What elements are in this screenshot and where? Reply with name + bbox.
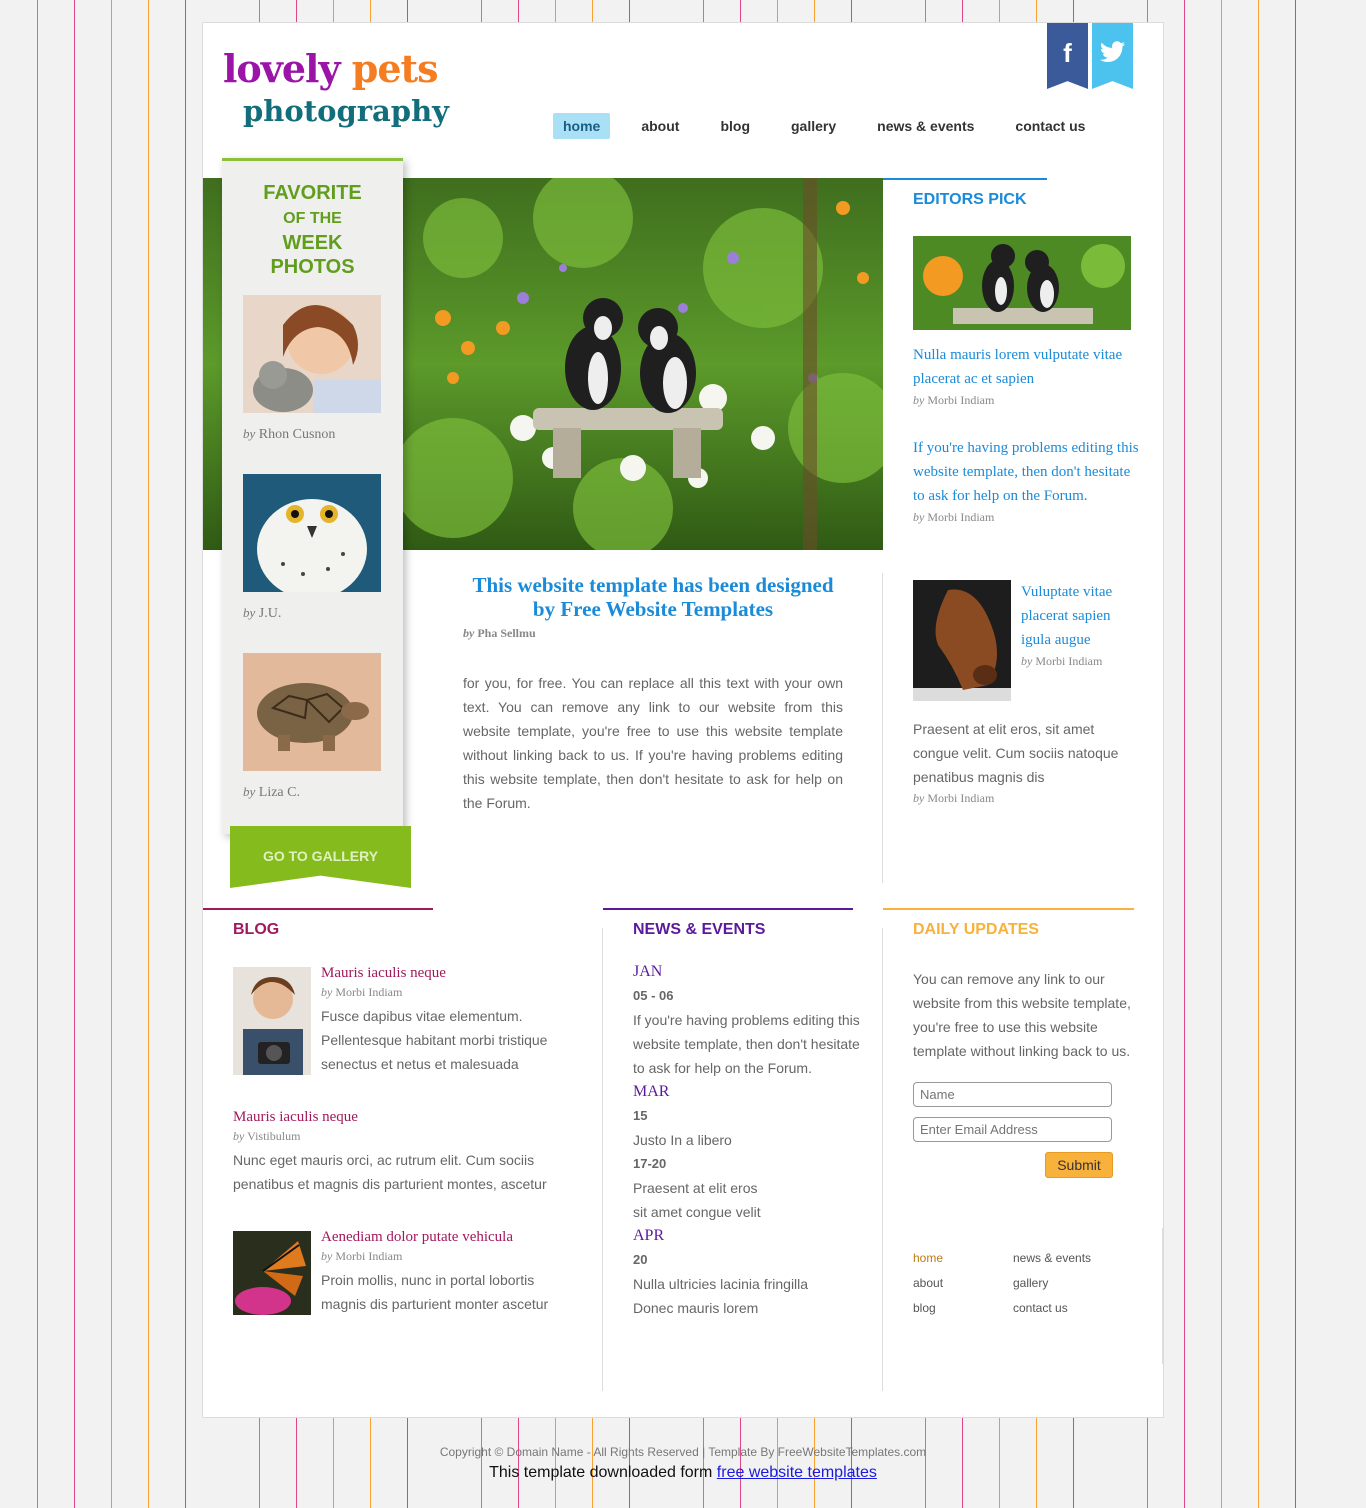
nav-home[interactable]: home xyxy=(553,113,611,139)
footer-link-contact-us[interactable]: contact us xyxy=(1013,1301,1068,1315)
favorite-author: J.U. xyxy=(258,606,282,621)
editors-pick-heading: EDITORS PICK xyxy=(913,191,1027,208)
news-date: 15 xyxy=(633,1108,648,1123)
article-title[interactable]: This website template has been designed … xyxy=(463,573,843,621)
page-container: lovely pets photography f home about blo… xyxy=(202,22,1164,1418)
nav-about[interactable]: about xyxy=(631,113,689,139)
facebook-icon[interactable]: f xyxy=(1047,23,1088,89)
news-month: MAR xyxy=(633,1083,670,1100)
article-author: Pha Sellmu xyxy=(477,626,536,640)
download-link[interactable]: free website templates xyxy=(717,1464,877,1481)
editors-pick-rule xyxy=(883,178,1047,180)
nav-blog[interactable]: blog xyxy=(710,113,760,139)
editors-pick-link[interactable]: Vuluptate vitae placerat sapien igula au… xyxy=(1021,580,1139,652)
footer-link-about[interactable]: about xyxy=(913,1276,943,1290)
daily-text: You can remove any link to our website f… xyxy=(913,971,1131,1059)
blog-photo-boy-camera[interactable] xyxy=(233,967,311,1075)
editors-pick-photo-dogs[interactable] xyxy=(913,236,1131,330)
footer-link-home[interactable]: home xyxy=(913,1251,943,1265)
news-month: APR xyxy=(633,1227,665,1244)
logo-subtitle: photography xyxy=(243,94,450,128)
email-input[interactable] xyxy=(913,1117,1112,1142)
article-body: for you, for free. You can replace all t… xyxy=(463,675,843,811)
favorite-photo-tortoise[interactable] xyxy=(243,653,381,771)
editors-pick-item: Nulla mauris lorem vulputate vitae place… xyxy=(913,236,1139,408)
editors-pick-link[interactable]: Nulla mauris lorem vulputate vitae place… xyxy=(913,343,1139,391)
daily-heading: DAILY UPDATES xyxy=(913,921,1039,938)
news-heading: NEWS & EVENTS xyxy=(633,921,766,938)
news-text[interactable]: If you're having problems editing this w… xyxy=(633,1008,868,1080)
blog-title[interactable]: Mauris iaculis neque xyxy=(233,1105,553,1129)
favorite-title: FAVORITE OF THE WEEK PHOTOS xyxy=(263,182,362,278)
editors-pick-item: If you're having problems editing this w… xyxy=(913,436,1139,525)
blog-item: Mauris iaculis neque by Vistibulum Nunc … xyxy=(233,1105,553,1196)
editors-pick-paragraph: Praesent at elit eros, sit amet congue v… xyxy=(913,721,1119,805)
footer-link-news-events[interactable]: news & events xyxy=(1013,1251,1091,1265)
nav-contact-us[interactable]: contact us xyxy=(1005,113,1095,139)
divider xyxy=(882,928,883,1391)
editors-pick-photo-horse[interactable] xyxy=(913,580,1011,701)
logo-word-lovely: lovely xyxy=(223,46,341,91)
favorite-item[interactable]: by Liza C. xyxy=(243,653,381,801)
news-text[interactable]: Donec mauris lorem xyxy=(633,1296,868,1320)
download-note: This template downloaded form free websi… xyxy=(489,1464,877,1481)
blog-title[interactable]: Mauris iaculis neque xyxy=(321,961,561,985)
divider xyxy=(602,928,603,1391)
submit-button[interactable]: Submit xyxy=(1045,1152,1113,1178)
name-input[interactable] xyxy=(913,1082,1112,1107)
news-text[interactable]: Praesent at elit eros xyxy=(633,1176,868,1200)
go-to-gallery-button[interactable]: GO TO GALLERY xyxy=(230,826,411,888)
footer-link-gallery[interactable]: gallery xyxy=(1013,1276,1048,1290)
blog-rule xyxy=(203,908,433,910)
blog-photo-butterfly[interactable] xyxy=(233,1231,311,1315)
news-rule xyxy=(603,908,853,910)
divider xyxy=(1162,1228,1163,1364)
news-list: JAN 05 - 06 If you're having problems ed… xyxy=(633,960,868,1320)
news-text[interactable]: sit amet congue velit xyxy=(633,1200,868,1224)
favorite-item[interactable]: by J.U. xyxy=(243,474,381,622)
footer-link-blog[interactable]: blog xyxy=(913,1301,936,1315)
news-month: JAN xyxy=(633,963,663,980)
nav-news-events[interactable]: news & events xyxy=(867,113,984,139)
news-date: 17-20 xyxy=(633,1156,667,1171)
favorite-photo-child-cat[interactable] xyxy=(243,295,381,413)
favorite-photo-owl[interactable] xyxy=(243,474,381,599)
blog-title[interactable]: Aenediam dolor putate vehicula xyxy=(321,1225,561,1249)
favorite-item[interactable]: by Rhon Cusnon xyxy=(243,295,381,443)
news-date: 20 xyxy=(633,1252,648,1267)
main-nav: home about blog gallery news & events co… xyxy=(553,113,1116,139)
favorite-author: Liza C. xyxy=(258,785,300,800)
favorite-panel: FAVORITE OF THE WEEK PHOTOS by Rhon Cusn… xyxy=(222,158,403,834)
logo-word-pets: pets xyxy=(351,46,439,91)
divider xyxy=(882,573,883,883)
news-date: 05 - 06 xyxy=(633,988,674,1003)
main-article: This website template has been designed … xyxy=(463,573,843,815)
news-text[interactable]: Justo In a libero xyxy=(633,1128,868,1152)
logo[interactable]: lovely pets xyxy=(223,47,438,91)
copyright: Copyright © Domain Name - All Rights Res… xyxy=(439,1445,927,1459)
blog-heading: BLOG xyxy=(233,921,280,938)
nav-gallery[interactable]: gallery xyxy=(781,113,846,139)
favorite-author: Rhon Cusnon xyxy=(258,427,336,442)
daily-rule xyxy=(883,908,1134,910)
twitter-icon[interactable] xyxy=(1092,23,1133,89)
editors-pick-link[interactable]: If you're having problems editing this w… xyxy=(913,436,1139,508)
news-text[interactable]: Nulla ultricies lacinia fringilla xyxy=(633,1272,868,1296)
